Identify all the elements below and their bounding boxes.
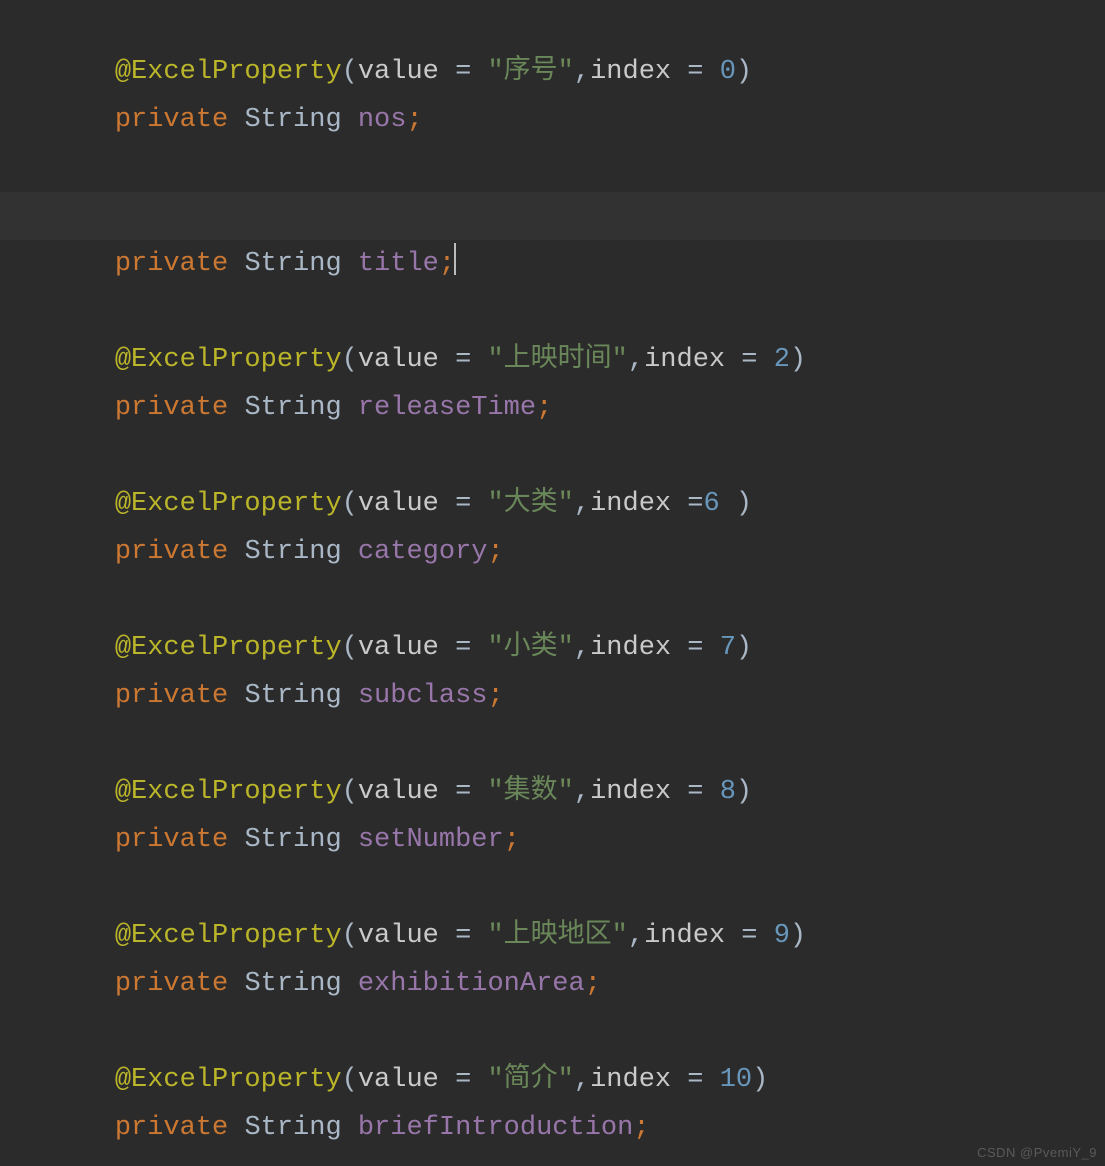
code-line: private String category; (0, 480, 1105, 528)
space (228, 969, 244, 999)
semicolon: ; (439, 249, 455, 279)
semicolon: ; (633, 1113, 649, 1143)
code-line: @ExcelProperty(value = "小类",index = 7) (0, 576, 1105, 624)
space (228, 537, 244, 567)
code-line: @ExcelProperty(value = "上映地区",index = 9) (0, 864, 1105, 912)
space (228, 1113, 244, 1143)
field-name: releaseTime (358, 393, 536, 423)
keyword-private: private (115, 537, 228, 567)
code-line: private String nos; (0, 48, 1105, 96)
keyword-private: private (115, 393, 228, 423)
type-string: String (244, 1113, 341, 1143)
field-name: nos (358, 105, 407, 135)
code-line: private String setNumber; (0, 768, 1105, 816)
code-line: private String exhibitionArea; (0, 912, 1105, 960)
type-string: String (244, 537, 341, 567)
keyword-private: private (115, 249, 228, 279)
code-line: private String releaseTime; (0, 336, 1105, 384)
semicolon: ; (406, 105, 422, 135)
keyword-private: private (115, 681, 228, 711)
code-line: private String subclass; (0, 624, 1105, 672)
space (228, 105, 244, 135)
space (342, 825, 358, 855)
code-line-active: private String title; (0, 192, 1105, 240)
space (342, 681, 358, 711)
code-line: @ExcelProperty(value = "上映时间",index = 2) (0, 288, 1105, 336)
field-name: exhibitionArea (358, 969, 585, 999)
code-editor[interactable]: @ExcelProperty(value = "序号",index = 0) p… (0, 0, 1105, 1166)
semicolon: ; (585, 969, 601, 999)
semicolon: ; (487, 537, 503, 567)
type-string: String (244, 393, 341, 423)
type-string: String (244, 105, 341, 135)
watermark-text: CSDN @PvemiY_9 (977, 1145, 1097, 1160)
code-line: @ExcelProperty(value = "大类",index =6 ) (0, 432, 1105, 480)
space (342, 249, 358, 279)
space (228, 825, 244, 855)
text-cursor (454, 243, 456, 275)
space (342, 393, 358, 423)
keyword-private: private (115, 825, 228, 855)
keyword-private: private (115, 105, 228, 135)
field-name: title (358, 249, 439, 279)
space (228, 393, 244, 423)
type-string: String (244, 681, 341, 711)
type-string: String (244, 249, 341, 279)
space (342, 537, 358, 567)
space (342, 969, 358, 999)
semicolon: ; (487, 681, 503, 711)
field-name: category (358, 537, 488, 567)
type-string: String (244, 969, 341, 999)
space (228, 681, 244, 711)
code-line: @ExcelProperty(value = "标题",index = 1) (0, 144, 1105, 192)
code-line: @ExcelProperty(value = "序号",index = 0) (0, 0, 1105, 48)
keyword-private: private (115, 969, 228, 999)
code-line: private String briefIntroduction; (0, 1056, 1105, 1104)
semicolon: ; (536, 393, 552, 423)
semicolon: ; (504, 825, 520, 855)
type-string: String (244, 825, 341, 855)
field-name: subclass (358, 681, 488, 711)
field-name: setNumber (358, 825, 504, 855)
space (228, 249, 244, 279)
keyword-private: private (115, 1113, 228, 1143)
code-line: @ExcelProperty(value = "简介",index = 10) (0, 1008, 1105, 1056)
code-line: @ExcelProperty(value = "集数",index = 8) (0, 720, 1105, 768)
space (342, 1113, 358, 1143)
space (342, 105, 358, 135)
field-name: briefIntroduction (358, 1113, 633, 1143)
